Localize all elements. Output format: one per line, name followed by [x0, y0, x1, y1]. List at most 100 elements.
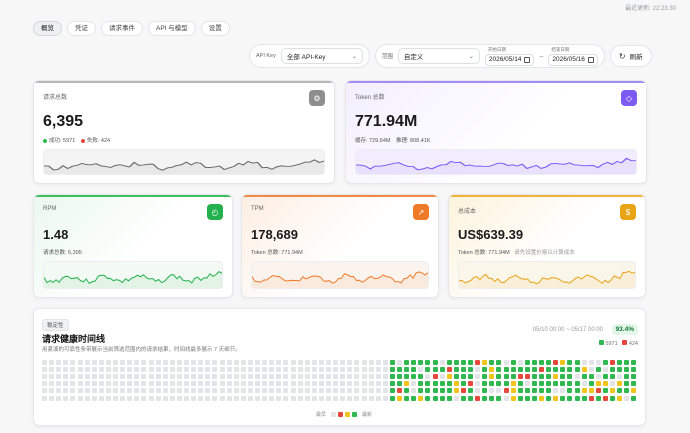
health-cell: [198, 374, 204, 380]
health-cell: [631, 360, 637, 365]
calendar-icon[interactable]: [524, 56, 531, 63]
cost-label: 总成本: [458, 209, 477, 215]
health-cell: [347, 388, 353, 394]
apikey-select[interactable]: 全部 API-Key ⌄: [280, 48, 363, 64]
success-dot: [598, 340, 604, 345]
health-cell: [297, 374, 303, 380]
health-cell: [631, 388, 637, 394]
health-cell: [176, 395, 182, 401]
health-cell: [198, 388, 204, 394]
health-cell: [581, 381, 587, 387]
health-cell: [184, 381, 189, 387]
health-cell: [617, 388, 623, 394]
health-cell: [98, 381, 104, 387]
health-cell: [304, 374, 310, 380]
health-cell: [113, 388, 118, 394]
requests-sparkline: [43, 149, 325, 175]
health-grid: [42, 360, 638, 404]
health-cell: [184, 388, 189, 394]
cost-hint: 请先设置价格以计算成本: [514, 250, 575, 256]
health-cell: [326, 374, 331, 380]
failure-dot: [622, 340, 628, 345]
health-cell: [127, 374, 133, 380]
health-cell: [610, 388, 615, 394]
health-cell: [333, 374, 339, 380]
tab-settings[interactable]: 设置: [200, 21, 230, 36]
refresh-icon: ↻: [618, 51, 626, 61]
health-cell: [212, 360, 218, 365]
health-cell: [105, 395, 111, 401]
tab-request-events[interactable]: 请求事件: [101, 21, 143, 36]
health-cell: [382, 388, 388, 394]
health-cell: [531, 395, 537, 401]
health-cell: [418, 395, 424, 401]
health-cell: [105, 381, 111, 387]
health-cell: [567, 381, 573, 387]
health-cell: [531, 360, 537, 365]
refresh-button[interactable]: ↻ 刷新: [609, 45, 652, 67]
health-cell: [617, 360, 623, 365]
health-cell: [120, 360, 126, 365]
health-cell: [212, 367, 218, 373]
health-cell: [382, 395, 388, 401]
health-cell: [574, 388, 580, 394]
health-cell: [546, 367, 552, 373]
health-cell: [162, 388, 168, 394]
health-cell: [546, 360, 552, 365]
start-date-input[interactable]: 2026/05/14: [484, 53, 535, 66]
health-range: 05/10 00:00 ~ 05/17 00:00: [532, 327, 603, 333]
tab-api-models[interactable]: API 与模型: [148, 21, 196, 36]
health-cell: [49, 374, 55, 380]
rpm-sub: 请求总数: 6,395: [43, 250, 82, 256]
health-cell: [574, 381, 580, 387]
health-cell: [184, 367, 189, 373]
health-cell: [510, 360, 516, 365]
health-cell: [290, 360, 296, 365]
health-cell: [602, 395, 608, 401]
health-cell: [233, 395, 239, 401]
requests-value: 6,395: [43, 113, 84, 130]
health-cell: [49, 395, 55, 401]
health-cell: [105, 388, 111, 394]
tab-credentials[interactable]: 凭证: [67, 21, 96, 36]
cost-value: US$639.39: [458, 227, 524, 242]
health-cell: [588, 367, 594, 373]
calendar-icon[interactable]: [587, 56, 594, 63]
filter-bar: API Key 全部 API-Key ⌄ 范围 自定义 ⌄ 开始日期 2026/…: [249, 44, 652, 68]
health-cell: [531, 388, 537, 394]
health-cell: [134, 374, 140, 380]
legend-success-swatch: [352, 412, 358, 417]
health-cell: [595, 367, 601, 373]
health-cell: [91, 360, 97, 365]
health-cell: [304, 367, 310, 373]
health-cell: [127, 395, 133, 401]
health-cell: [191, 367, 197, 373]
health-cell: [404, 395, 410, 401]
health-cell: [553, 367, 559, 373]
requests-icon: ⚙: [309, 90, 325, 106]
health-cell: [297, 360, 303, 365]
health-cell: [389, 360, 395, 365]
health-cell: [446, 388, 452, 394]
health-cell: [354, 395, 360, 401]
health-cell: [397, 395, 402, 401]
health-cell: [482, 388, 488, 394]
health-cell: [269, 374, 275, 380]
health-cell: [411, 374, 417, 380]
health-cell: [120, 367, 126, 373]
health-cell: [610, 367, 615, 373]
range-select[interactable]: 自定义 ⌄: [397, 48, 480, 64]
health-cell: [517, 388, 523, 394]
health-cell: [290, 381, 296, 387]
end-date-input[interactable]: 2026/05/16: [548, 53, 598, 66]
health-cell: [326, 395, 331, 401]
health-cell: [425, 388, 431, 394]
health-cell: [155, 360, 161, 365]
health-cell: [290, 374, 296, 380]
health-cell: [176, 360, 182, 365]
health-cell: [354, 367, 360, 373]
tab-overview[interactable]: 概览: [33, 21, 62, 36]
health-cell: [141, 367, 147, 373]
requests-success: 成功: 5971: [49, 138, 76, 144]
health-cell: [411, 360, 417, 365]
